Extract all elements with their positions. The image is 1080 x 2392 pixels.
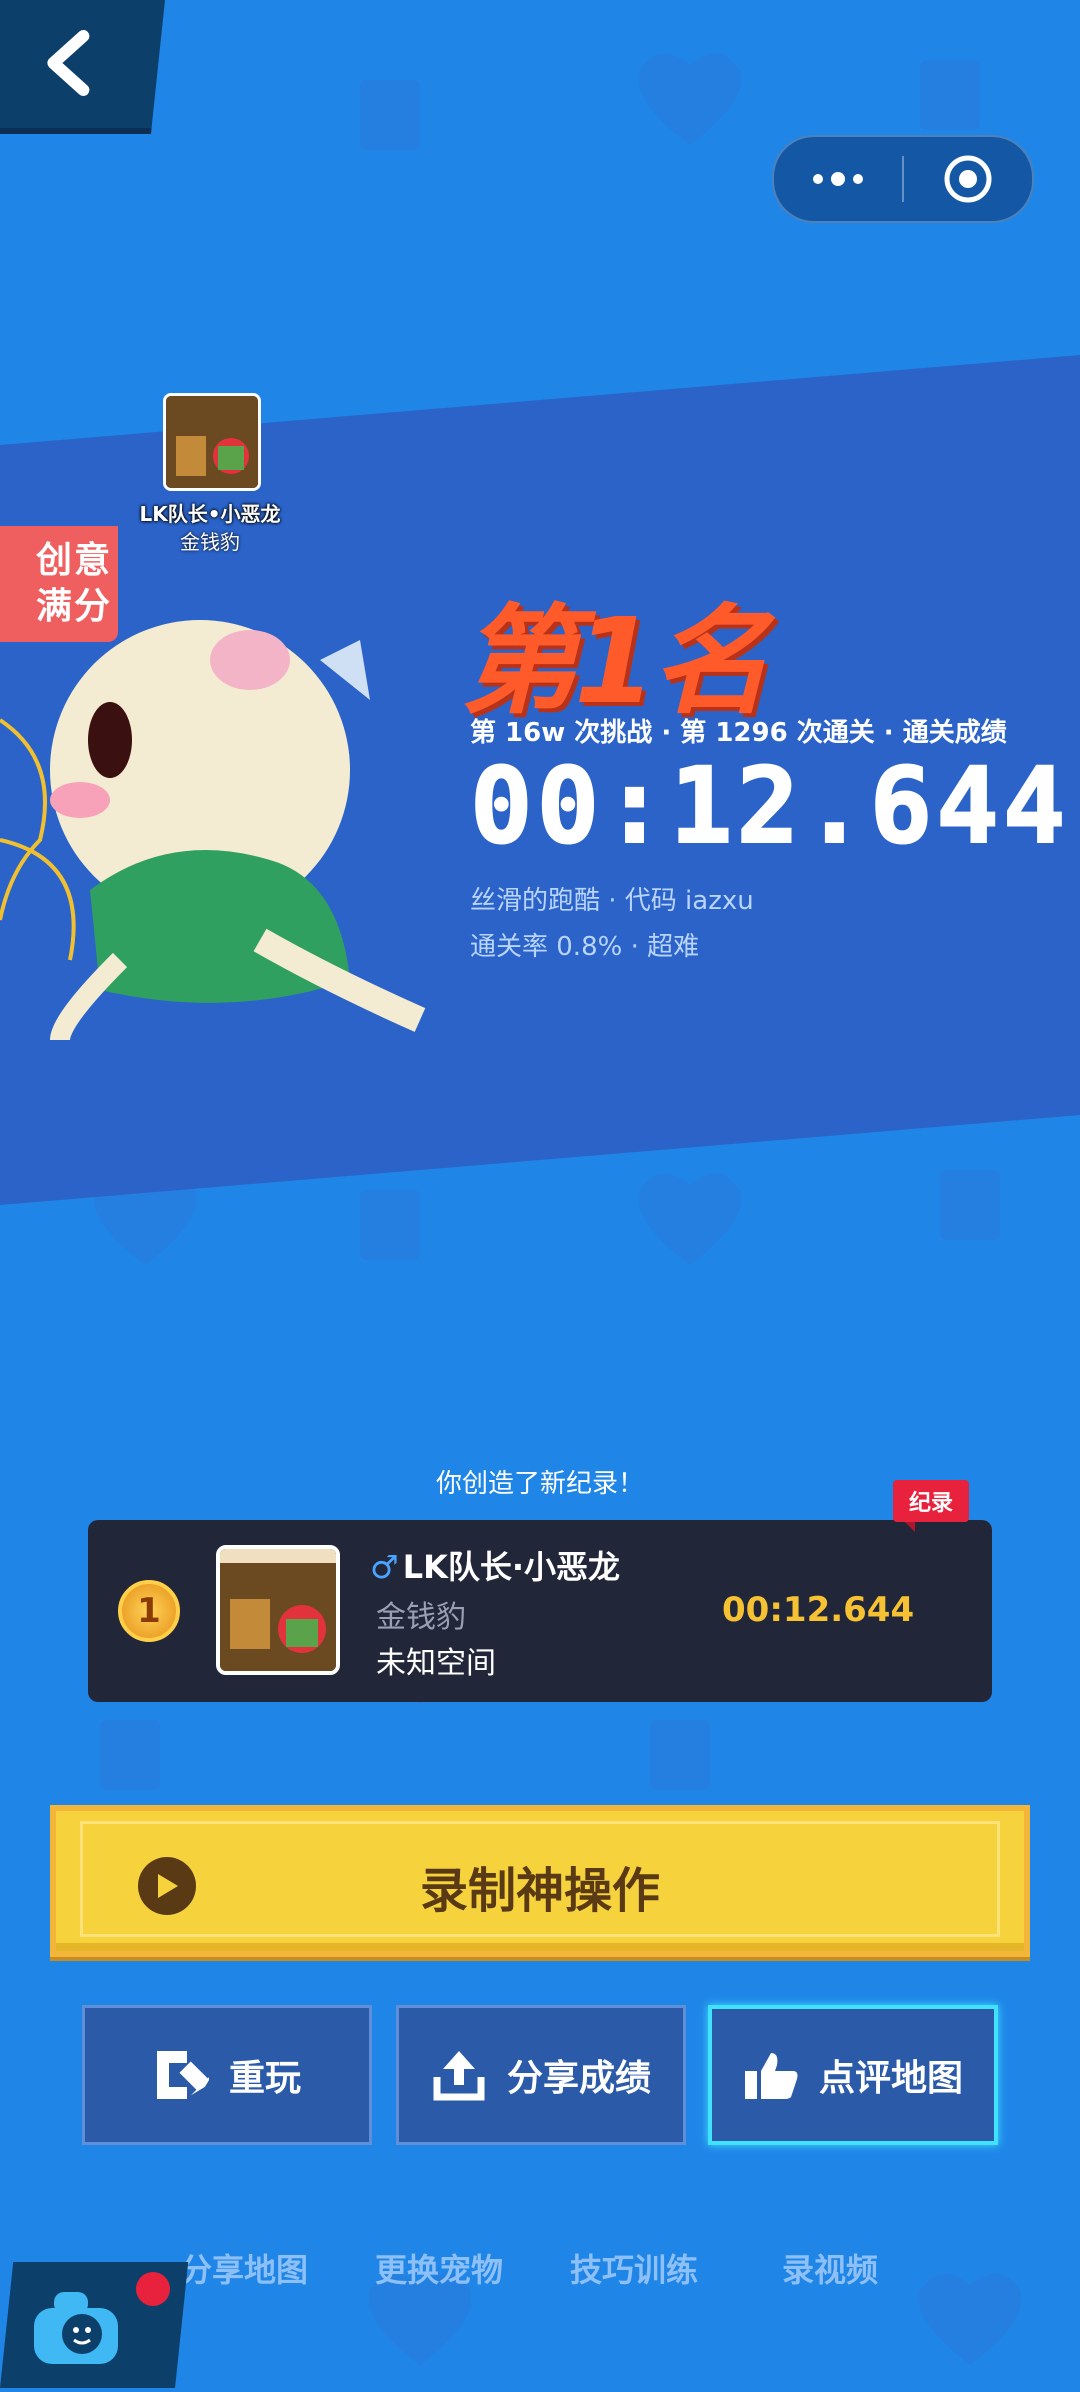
notification-dot xyxy=(136,2272,170,2306)
record-video-button[interactable]: 录制神操作 xyxy=(50,1805,1030,1957)
replay-icon xyxy=(156,2051,209,2099)
clear-time: 00:12.644 xyxy=(469,744,1070,868)
review-map-button[interactable]: 点评地图 xyxy=(708,2005,998,2145)
share-result-button[interactable]: 分享成绩 xyxy=(396,2005,686,2145)
player-name: ♂ LK队长·小恶龙 xyxy=(370,1548,621,1586)
player-space: 未知空间 xyxy=(376,1646,496,1681)
record-card[interactable]: 1 ♂ LK队长·小恶龙 金钱豹 未知空间 00:12.644 xyxy=(88,1520,992,1702)
rank-title: 第1名 xyxy=(460,592,770,730)
male-icon: ♂ xyxy=(370,1548,399,1586)
share-icon xyxy=(433,2051,485,2101)
creator-avatar[interactable] xyxy=(163,393,261,491)
thumbs-up-icon xyxy=(744,2053,798,2099)
close-button[interactable] xyxy=(904,137,1032,221)
creator-pet: 金钱豹 xyxy=(180,530,240,554)
record-time: 00:12.644 xyxy=(722,1590,915,1630)
chevron-left-icon xyxy=(47,30,90,96)
back-button[interactable] xyxy=(0,0,166,134)
assistant-robot-icon[interactable] xyxy=(30,2288,122,2368)
review-map-label: 点评地图 xyxy=(818,2058,963,2099)
player-pet: 金钱豹 xyxy=(376,1600,466,1635)
rank-medal-icon: 1 xyxy=(118,1580,180,1642)
share-map-link[interactable]: 分享地图 xyxy=(180,2245,308,2291)
share-result-label: 分享成绩 xyxy=(506,2058,651,2099)
target-close-icon xyxy=(944,155,992,203)
change-pet-link[interactable]: 更换宠物 xyxy=(375,2245,503,2291)
record-video-link[interactable]: 录视频 xyxy=(782,2245,878,2291)
map-info: 丝滑的跑酷 · 代码 iazxu xyxy=(470,886,754,916)
more-button[interactable] xyxy=(774,137,902,221)
player-avatar xyxy=(216,1545,340,1675)
creator-name: LK队长•小恶龙 xyxy=(139,502,281,526)
challenge-stats: 第 16w 次挑战 · 第 1296 次通关 · 通关成绩 xyxy=(470,718,1007,748)
replay-button[interactable]: 重玩 xyxy=(82,2005,372,2145)
more-dots-icon xyxy=(813,172,863,186)
replay-label: 重玩 xyxy=(228,2058,301,2099)
creative-badge: 创意满分 xyxy=(0,526,118,642)
skill-training-link[interactable]: 技巧训练 xyxy=(570,2245,698,2291)
record-tag: 纪录 xyxy=(893,1480,969,1532)
miniprogram-capsule xyxy=(772,135,1034,223)
record-video-label: 录制神操作 xyxy=(419,1863,660,1919)
clear-rate: 通关率 0.8% · 超难 xyxy=(470,932,700,962)
